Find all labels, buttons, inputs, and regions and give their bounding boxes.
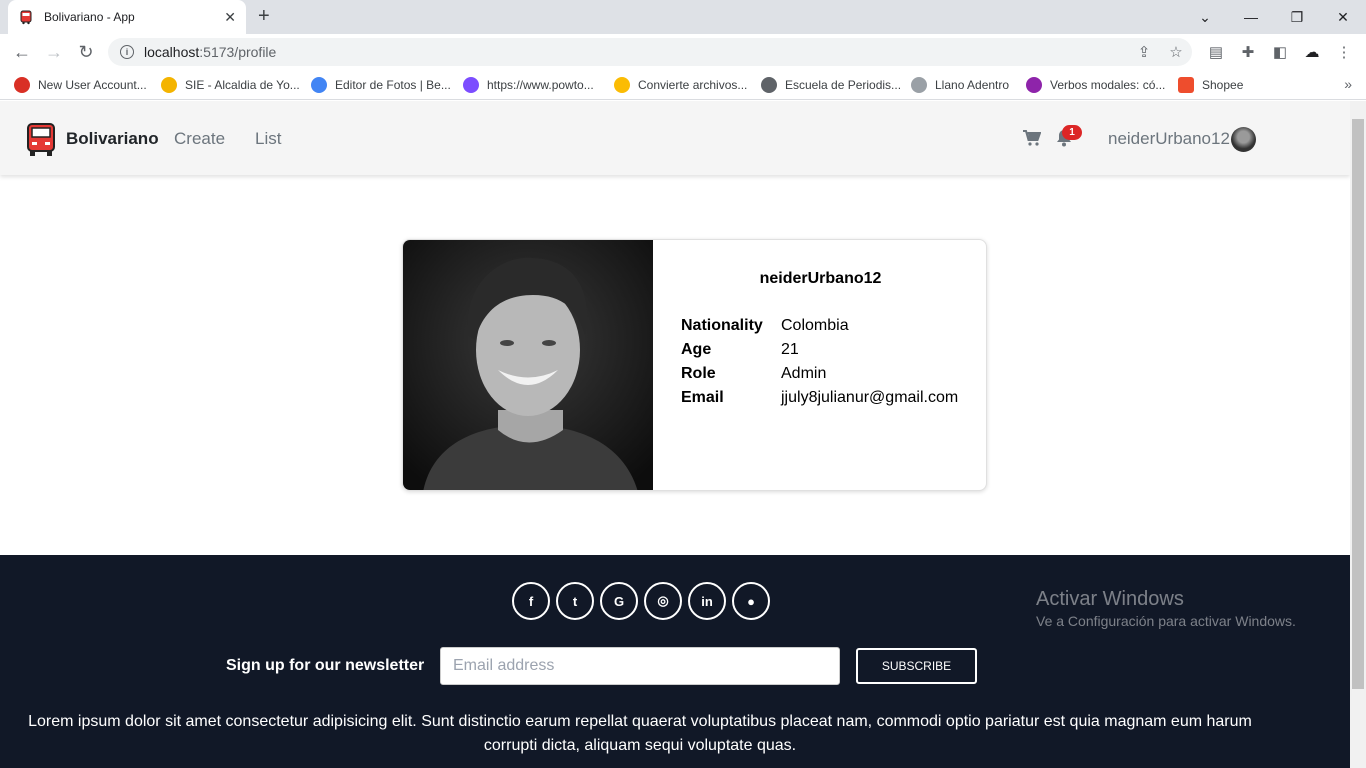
url-path: :5173/profile: [199, 44, 277, 60]
avatar[interactable]: [1231, 127, 1256, 152]
info-value: Admin: [781, 365, 827, 382]
brand[interactable]: Bolivariano: [26, 121, 159, 157]
github-icon[interactable]: ●: [732, 582, 770, 620]
side-panel-icon[interactable]: ◧: [1272, 44, 1288, 61]
bookmark-item[interactable]: Llano Adentro: [911, 77, 1009, 93]
address-bar[interactable]: i localhost:5173/profile: [108, 38, 1192, 66]
nav-link-create[interactable]: Create: [174, 129, 225, 149]
windows-activation-watermark: Activar Windows Ve a Configuración para …: [1036, 588, 1296, 629]
url-host: localhost: [144, 44, 200, 60]
info-row-role: Role Admin: [681, 362, 958, 386]
info-value: 21: [781, 341, 799, 358]
profile-hat-icon[interactable]: ☁: [1304, 44, 1320, 61]
subscribe-button[interactable]: SUBSCRIBE: [856, 648, 977, 684]
bus-favicon-icon: [20, 10, 32, 25]
bookmark-label: Editor de Fotos | Be...: [335, 78, 451, 92]
page-viewport: Bolivariano Create List 1 neiderUrbano12: [0, 101, 1350, 768]
nav-link-list[interactable]: List: [255, 129, 281, 149]
bookmark-item[interactable]: Escuela de Periodis...: [761, 77, 901, 93]
info-row-age: Age 21: [681, 338, 958, 362]
bookmarks-bar: New User Account... SIE - Alcaldia de Yo…: [0, 70, 1366, 100]
bookmark-favicon-icon: [761, 77, 777, 93]
info-value: Colombia: [781, 317, 849, 334]
info-row-email: Email jjuly8julianur@gmail.com: [681, 386, 958, 410]
bookmark-label: Escuela de Periodis...: [785, 78, 902, 92]
tab-title: Bolivariano - App: [44, 10, 135, 24]
bookmark-favicon-icon: [311, 77, 327, 93]
newsletter-label: Sign up for our newsletter: [226, 657, 425, 674]
watermark-title: Activar Windows: [1036, 588, 1184, 610]
bookmark-favicon-icon: [1026, 77, 1042, 93]
bookmark-label: Convierte archivos...: [638, 78, 748, 92]
profile-card: neiderUrbano12 Nationality Colombia Age …: [402, 239, 987, 491]
bookmark-favicon-icon: [463, 77, 479, 93]
close-tab-icon[interactable]: ✕: [224, 9, 236, 26]
linkedin-icon[interactable]: in: [688, 582, 726, 620]
bookmark-favicon-icon: [911, 77, 927, 93]
info-row-nationality: Nationality Colombia: [681, 314, 958, 338]
back-icon[interactable]: ←: [12, 42, 32, 62]
bus-logo-icon: [27, 123, 55, 156]
browser-tab[interactable]: Bolivariano - App ✕: [8, 0, 246, 34]
bookmark-item[interactable]: Shopee: [1178, 77, 1243, 93]
window-close-icon[interactable]: ✕: [1320, 0, 1366, 34]
footer-text: Lorem ipsum dolor sit amet consectetur a…: [28, 713, 1252, 754]
extensions-icon[interactable]: ✚: [1240, 44, 1256, 61]
bookmark-label: SIE - Alcaldia de Yo...: [185, 78, 300, 92]
brand-name: Bolivariano: [66, 129, 159, 148]
bookmark-favicon-icon: [161, 77, 177, 93]
bookmark-label: Llano Adentro: [935, 78, 1010, 92]
info-label: Role: [681, 365, 716, 382]
bookmark-label: Shopee: [1202, 78, 1244, 92]
email-field[interactable]: [440, 647, 840, 685]
restore-icon[interactable]: ❐: [1274, 0, 1320, 34]
minimize-icon[interactable]: —: [1228, 0, 1274, 34]
twitter-icon[interactable]: t: [556, 582, 594, 620]
browser-toolbar: ← → ↻ i localhost:5173/profile ⇪ ☆ ▤ ✚ ◧…: [0, 34, 1366, 70]
bookmark-favicon-icon: [614, 77, 630, 93]
bookmark-item[interactable]: New User Account...: [14, 77, 147, 93]
page-scrollbar[interactable]: [1350, 101, 1366, 768]
info-value: jjuly8julianur@gmail.com: [781, 389, 959, 406]
profile-info-table: Nationality Colombia Age 21 Role Admin E…: [681, 314, 958, 410]
bookmark-label: Verbos modales: có...: [1050, 78, 1166, 92]
bookmark-favicon-icon: [14, 77, 30, 93]
bookmark-label: New User Account...: [38, 78, 147, 92]
google-icon[interactable]: G: [600, 582, 638, 620]
app-navbar: Bolivariano Create List 1 neiderUrbano12: [0, 101, 1350, 175]
more-bookmarks-icon[interactable]: »: [1344, 76, 1352, 92]
bookmark-item[interactable]: https://www.powto...: [463, 77, 594, 93]
scrollbar-thumb[interactable]: [1352, 119, 1364, 689]
bookmark-label: https://www.powto...: [487, 78, 594, 92]
info-label: Nationality: [681, 317, 763, 334]
site-footer: f t G ◎ in ● Sign up for our newsletter …: [0, 555, 1350, 768]
cart-icon[interactable]: [1023, 130, 1041, 146]
site-info-icon[interactable]: i: [120, 45, 134, 59]
bookmark-item[interactable]: Editor de Fotos | Be...: [311, 77, 451, 93]
tab-search-icon[interactable]: ⌄: [1182, 0, 1228, 34]
bookmark-star-icon[interactable]: ☆: [1168, 44, 1184, 61]
facebook-icon[interactable]: f: [512, 582, 550, 620]
instagram-icon[interactable]: ◎: [644, 582, 682, 620]
reload-icon[interactable]: ↻: [76, 42, 96, 62]
cast-icon[interactable]: ▤: [1208, 44, 1224, 61]
nav-username[interactable]: neiderUrbano12: [1108, 129, 1230, 149]
bookmark-item[interactable]: SIE - Alcaldia de Yo...: [161, 77, 300, 93]
notification-badge: 1: [1062, 125, 1082, 140]
watermark-subtitle: Ve a Configuración para activar Windows.: [1036, 613, 1296, 629]
info-label: Age: [681, 341, 712, 358]
new-tab-icon[interactable]: +: [258, 5, 270, 28]
forward-icon[interactable]: →: [44, 42, 64, 62]
browser-tab-bar: Bolivariano - App ✕ + ⌄ — ❐ ✕: [0, 0, 1366, 34]
bookmark-item[interactable]: Verbos modales: có...: [1026, 77, 1165, 93]
profile-username: neiderUrbano12: [759, 270, 882, 287]
share-icon[interactable]: ⇪: [1136, 44, 1152, 61]
info-label: Email: [681, 389, 724, 406]
bookmark-item[interactable]: Convierte archivos...: [614, 77, 747, 93]
profile-photo: [403, 240, 653, 490]
menu-kebab-icon[interactable]: ⋮: [1336, 44, 1352, 61]
bookmark-favicon-icon: [1178, 77, 1194, 93]
